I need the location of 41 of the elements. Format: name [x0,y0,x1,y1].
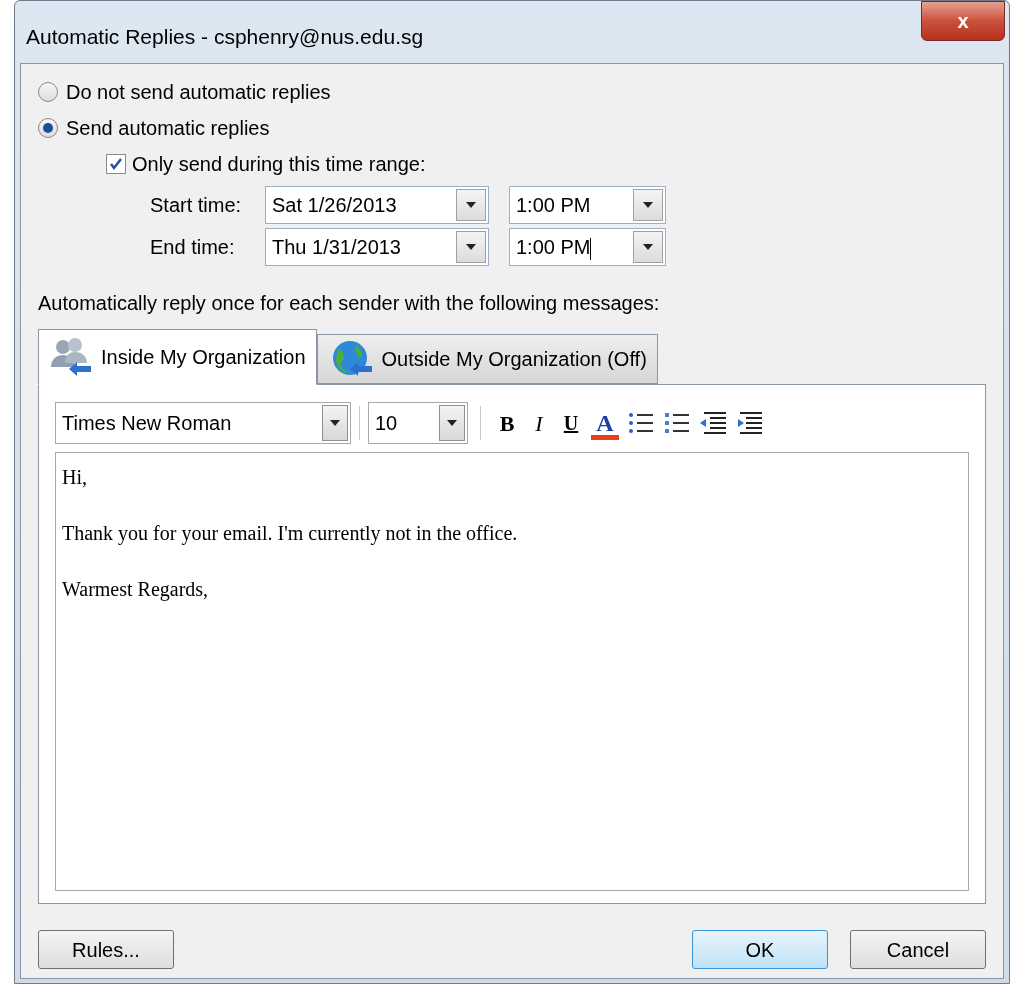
date-picker[interactable]: Thu 1/31/2013 [265,228,489,266]
font-dropdown[interactable]: Times New Roman [55,402,351,444]
numbered-list-icon [665,412,689,434]
tab[interactable]: Outside My Organization (Off) [316,334,658,384]
cancel-button[interactable]: Cancel [850,930,986,969]
time-label: Start time: [150,193,243,218]
underline-button[interactable]: U [557,407,585,439]
message-paragraph: Hi, [62,465,88,490]
message-paragraph: Thank you for your email. I'm currently not in the office. [62,521,519,547]
increase-indent-icon [736,411,762,435]
tab[interactable]: Inside My Organization [38,329,317,385]
message-editor[interactable]: Hi, Thank you for your email. I'm currently not in the office. Warmest Regards, [55,452,969,891]
dropdown-arrow-icon [330,420,340,426]
people-icon [49,337,93,377]
font-size-dropdown[interactable]: 10 [368,402,468,444]
radio-label: Send automatic replies [66,116,270,141]
time-label: End time: [150,235,236,260]
dropdown-arrow-icon [466,202,476,208]
italic-button[interactable]: I [525,407,553,439]
message-paragraph: Warmest Regards, [62,577,210,603]
time-dropdown[interactable]: 1:00 PM [509,186,666,224]
ok-button[interactable]: OK [692,930,828,969]
checkbox-label: Only send during this time range: [132,152,426,177]
rules-button[interactable]: Rules... [38,930,174,969]
checkbox[interactable] [106,154,126,174]
radio-button[interactable] [38,118,58,138]
close-button[interactable]: x [921,1,1005,41]
dropdown-arrow-icon [447,420,457,426]
bullet-list-icon [629,412,653,434]
font-color-button[interactable]: A [589,406,621,440]
date-picker[interactable]: Sat 1/26/2013 [265,186,489,224]
window-title: Automatic Replies - csphenry@nus.edu.sg [26,24,424,50]
dropdown-arrow-icon [643,244,653,250]
time-dropdown[interactable]: 1:00 PM [509,228,666,266]
decrease-indent-icon [700,411,726,435]
bold-button[interactable]: B [493,407,521,439]
dropdown-arrow-icon [466,244,476,250]
radio-button[interactable] [38,82,58,102]
dropdown-arrow-icon [643,202,653,208]
radio-label: Do not send automatic replies [66,80,331,105]
instruction-text: Automatically reply once for each sender with the following messages: [38,291,661,316]
